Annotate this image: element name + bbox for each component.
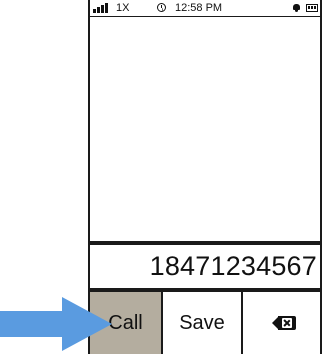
dialed-number-display: 18471234567 [90, 241, 320, 292]
phone-screen: 1X 12:58 PM 18471234567 Call Save [88, 0, 322, 354]
arrow-right-icon [0, 297, 112, 351]
status-bar: 1X 12:58 PM [90, 0, 320, 17]
delete-button[interactable] [243, 292, 320, 354]
battery-icon [306, 4, 318, 12]
softkey-bar: Call Save [90, 292, 320, 354]
save-button-label: Save [179, 311, 225, 334]
call-button-label: Call [108, 311, 143, 334]
status-time: 12:58 PM [175, 2, 223, 14]
vibrate-icon [292, 3, 301, 12]
backspace-icon [271, 316, 296, 330]
network-indicator: 1X [116, 2, 130, 14]
save-button[interactable]: Save [163, 292, 243, 354]
dialed-number: 18471234567 [149, 251, 317, 281]
signal-strength-icon [93, 3, 111, 13]
clock-icon [157, 3, 166, 12]
